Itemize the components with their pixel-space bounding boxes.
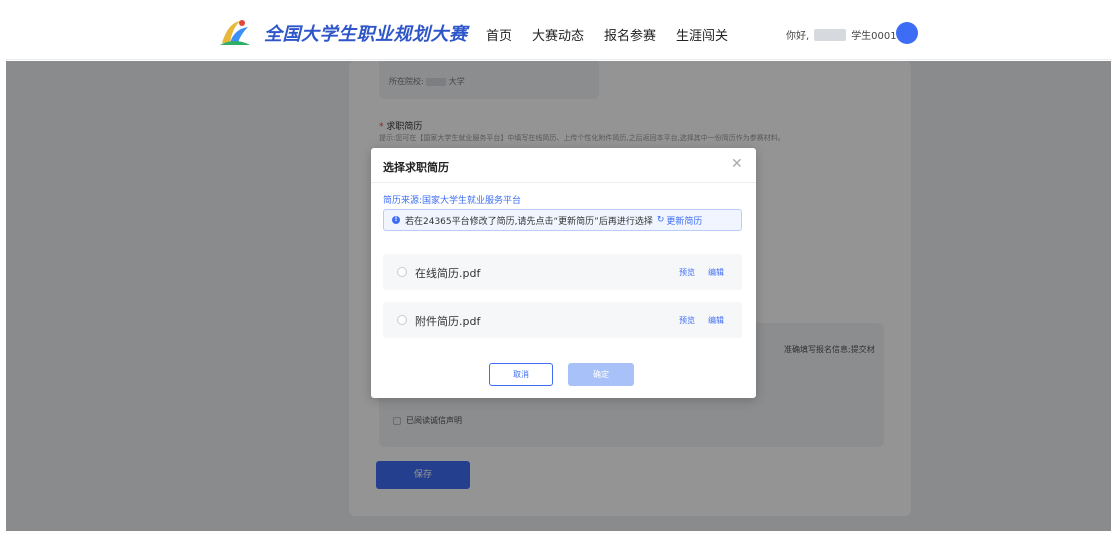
username-text: 学生0001 xyxy=(851,31,897,42)
avatar[interactable] xyxy=(896,22,918,44)
file-name-online: 在线简历.pdf xyxy=(415,267,481,280)
nav-register[interactable]: 报名参赛 xyxy=(604,25,656,44)
nav-news[interactable]: 大赛动态 xyxy=(532,25,584,44)
greeting-text: 你好, xyxy=(786,31,810,42)
modal-title: 选择求职简历 xyxy=(383,161,449,174)
update-notice: ! 若在24365平台修改了简历,请先点击“更新简历”后再进行选择 ↻ 更新简历 xyxy=(383,209,742,231)
resume-source: 简历来源:国家大学生就业服务平台 xyxy=(383,196,522,206)
blurred-name xyxy=(814,28,847,41)
nav-home[interactable]: 首页 xyxy=(486,25,512,44)
radio-attachment[interactable] xyxy=(397,315,407,325)
edit-link-attachment[interactable]: 编辑 xyxy=(708,315,724,326)
nav-challenge[interactable]: 生涯闯关 xyxy=(676,25,728,44)
resume-option-attachment[interactable]: 附件简历.pdf 预览 编辑 xyxy=(383,302,742,338)
brand-title[interactable]: 全国大学生职业规划大赛 xyxy=(264,20,468,46)
logo-icon[interactable] xyxy=(218,17,252,47)
cancel-button[interactable]: 取消 xyxy=(489,363,553,386)
refresh-icon: ↻ xyxy=(656,215,665,225)
confirm-button[interactable]: 确定 xyxy=(568,363,634,386)
file-name-attachment: 附件简历.pdf xyxy=(415,315,481,328)
modal-divider xyxy=(371,182,756,183)
update-link-text: 更新简历 xyxy=(666,216,703,227)
info-icon: ! xyxy=(392,216,400,224)
user-greeting: 你好, 学生0001 xyxy=(786,27,897,42)
notice-text: 若在24365平台修改了简历,请先点击“更新简历”后再进行选择 xyxy=(405,216,653,227)
top-header: 全国大学生职业规划大赛 首页 大赛动态 报名参赛 生涯闯关 你好, 学生0001 xyxy=(6,6,1111,60)
edit-link-online[interactable]: 编辑 xyxy=(708,267,724,278)
update-resume-link[interactable]: ↻ 更新简历 xyxy=(657,214,703,227)
preview-link-attachment[interactable]: 预览 xyxy=(679,315,695,326)
radio-online[interactable] xyxy=(397,267,407,277)
preview-link-online[interactable]: 预览 xyxy=(679,267,695,278)
close-icon[interactable]: ✕ xyxy=(731,156,743,172)
main-nav: 首页 大赛动态 报名参赛 生涯闯关 xyxy=(486,25,728,44)
resume-option-online[interactable]: 在线简历.pdf 预览 编辑 xyxy=(383,254,742,290)
select-resume-modal: 选择求职简历 ✕ 简历来源:国家大学生就业服务平台 ! 若在24365平台修改了… xyxy=(371,148,756,398)
